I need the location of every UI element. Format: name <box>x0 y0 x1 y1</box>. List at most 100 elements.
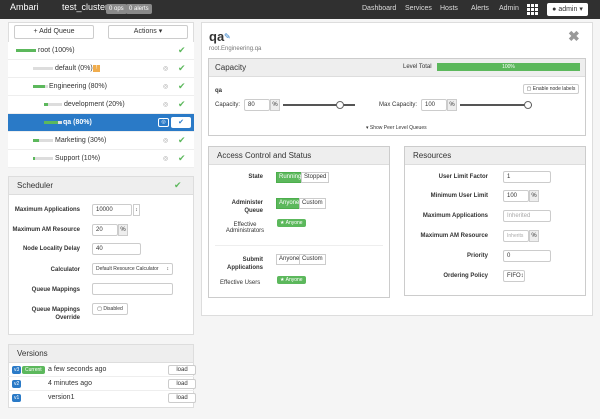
select-arrow-icon: ↕ <box>166 266 170 272</box>
max-am-resource-input[interactable]: 20 <box>92 224 118 236</box>
capacity-input[interactable]: 80 <box>244 99 270 111</box>
queue-row-engineering[interactable]: Engineering (80%) ◎ ✔ <box>8 78 194 96</box>
nav-dashboard[interactable]: Dashboard <box>362 5 396 12</box>
queue-label: Engineering (80%) <box>49 83 107 90</box>
actions-dropdown[interactable]: Actions ▾ <box>108 25 188 39</box>
queue-row-marketing[interactable]: Marketing (30%) ◎ ✔ <box>8 132 194 150</box>
queue-name: qa <box>209 29 225 44</box>
users-icon: ★ <box>280 220 285 226</box>
check-icon: ✔ <box>171 117 191 128</box>
priority-input[interactable]: 0 <box>503 250 551 262</box>
effective-admins-label: Effective Administrators <box>225 222 265 234</box>
node-locality-input[interactable]: 40 <box>92 243 141 255</box>
max-apps-label: Maximum Applications <box>14 207 80 213</box>
version-time: version1 <box>48 394 75 401</box>
queue-label: development (20%) <box>64 101 125 108</box>
stepper-icon[interactable]: ↕ <box>133 204 140 216</box>
capacity-slider-handle[interactable] <box>336 101 344 109</box>
load-version-button[interactable]: load <box>168 365 196 375</box>
max-capacity-slider-handle[interactable] <box>524 101 532 109</box>
queue-capacity-bar <box>33 67 53 70</box>
access-control-header: Access Control and Status <box>209 147 389 165</box>
nav-admin[interactable]: Admin <box>499 5 519 12</box>
checkbox-icon: ▢ <box>526 86 532 92</box>
enable-node-labels-checkbox[interactable]: ▢ Enable node labels <box>523 84 579 94</box>
nav-alerts[interactable]: Alerts <box>471 5 489 12</box>
brand-logo[interactable]: Ambari <box>10 2 39 12</box>
effective-users-label: Effective Users <box>220 280 261 286</box>
ops-badge[interactable]: 0 ops <box>106 4 127 14</box>
close-icon[interactable]: ✖ <box>568 28 580 45</box>
capacity-slider-track[interactable] <box>283 104 355 106</box>
users-icon: ★ <box>280 277 285 283</box>
queue-row-support[interactable]: Support (10%) ◎ ✔ <box>8 150 194 168</box>
alerts-badge[interactable]: 0 alerts <box>126 4 152 14</box>
res-max-apps-input[interactable]: Inherited <box>503 210 551 222</box>
admin-custom-toggle[interactable]: Custom <box>299 198 326 209</box>
load-version-button[interactable]: load <box>168 393 196 403</box>
queue-label: root (100%) <box>38 47 75 54</box>
queue-capacity-bar <box>44 103 62 106</box>
scheduler-status-check-icon: ✔ <box>174 180 182 190</box>
top-navbar: Ambari test_cluster 0 ops 0 alerts Dashb… <box>0 0 600 19</box>
show-peer-queues-link[interactable]: ▾ Show Peer Level Queues <box>366 125 427 131</box>
queue-label: Marketing (30%) <box>55 137 107 144</box>
level-total-fill: 100% <box>437 63 580 71</box>
res-max-apps-label: Maximum Applications <box>422 213 488 219</box>
max-capacity-input[interactable]: 100 <box>421 99 447 111</box>
queue-row-default[interactable]: default (0%) ! ◎ ✔ <box>8 60 194 78</box>
calculator-select[interactable]: Default Resource Calculator ↕ <box>92 263 173 275</box>
chevron-down-icon: ▾ <box>366 125 369 131</box>
administer-queue-label: Administer Queue <box>231 200 263 214</box>
nav-hosts[interactable]: Hosts <box>440 5 458 12</box>
access-control-title: Access Control and Status <box>217 151 312 160</box>
user-limit-factor-label: User Limit Factor <box>438 174 488 180</box>
cluster-name[interactable]: test_cluster <box>62 2 108 12</box>
capacity-label: Capacity: <box>215 102 241 108</box>
user-menu-button[interactable]: ● admin ▾ <box>547 3 588 16</box>
queue-row-root[interactable]: root (100%) ✔ <box>8 42 194 60</box>
visibility-icon: ◎ <box>163 156 169 162</box>
select-arrow-icon: ↕ <box>520 273 524 279</box>
visibility-icon: ◎ <box>163 66 169 72</box>
actions-label: Actions <box>133 28 157 35</box>
level-total-bar: 100% <box>437 63 580 71</box>
max-apps-input[interactable]: 10000 <box>92 204 132 216</box>
ordering-policy-value: FIFO <box>507 273 521 279</box>
edit-icon[interactable]: ✎ <box>224 32 231 41</box>
effective-users-value: Anyone <box>285 277 303 283</box>
user-limit-factor-input[interactable]: 1 <box>503 171 551 183</box>
capacity-title: Capacity <box>215 63 247 72</box>
res-max-am-resource-input[interactable]: Inherits <box>503 230 529 242</box>
version-time: 4 minutes ago <box>48 380 92 387</box>
queue-capacity-fill <box>44 121 59 124</box>
percent-addon: % <box>118 224 128 236</box>
nav-services[interactable]: Services <box>405 5 432 12</box>
warning-icon: ! <box>93 65 100 72</box>
check-icon: ✔ <box>178 81 186 91</box>
version-row[interactable]: v2 4 minutes ago load <box>8 377 196 391</box>
ordering-policy-select[interactable]: FIFO↕ <box>503 270 525 282</box>
queue-mappings-input[interactable] <box>92 283 173 295</box>
apps-grid-icon[interactable] <box>526 3 538 15</box>
submit-custom-toggle[interactable]: Custom <box>299 254 326 265</box>
state-stopped-toggle[interactable]: Stopped <box>301 172 330 183</box>
visibility-icon: ◎ <box>163 102 169 108</box>
queue-capacity-bar <box>33 157 53 160</box>
override-value: Disabled <box>103 306 123 312</box>
min-user-limit-input[interactable]: 100 <box>503 190 529 202</box>
queue-row-qa[interactable]: qa (80%) ◎ ✔ <box>8 114 194 132</box>
max-capacity-slider-track[interactable] <box>460 104 532 106</box>
queue-row-development[interactable]: development (20%) ◎ ✔ <box>8 96 194 114</box>
version-time: a few seconds ago <box>48 366 107 373</box>
override-toggle[interactable]: ▢ Disabled <box>92 303 128 315</box>
current-badge: Current <box>22 366 45 374</box>
add-queue-button[interactable]: + Add Queue <box>14 25 94 39</box>
load-version-button[interactable]: load <box>168 379 196 389</box>
queue-capacity-fill <box>33 157 35 160</box>
res-max-am-resource-label: Maximum AM Resource <box>420 233 488 239</box>
version-row[interactable]: v1 version1 load <box>8 391 196 405</box>
visibility-icon: ◎ <box>163 84 169 90</box>
scheduler-title: Scheduler <box>17 181 54 190</box>
version-row[interactable]: v3 Current a few seconds ago load <box>8 363 196 377</box>
